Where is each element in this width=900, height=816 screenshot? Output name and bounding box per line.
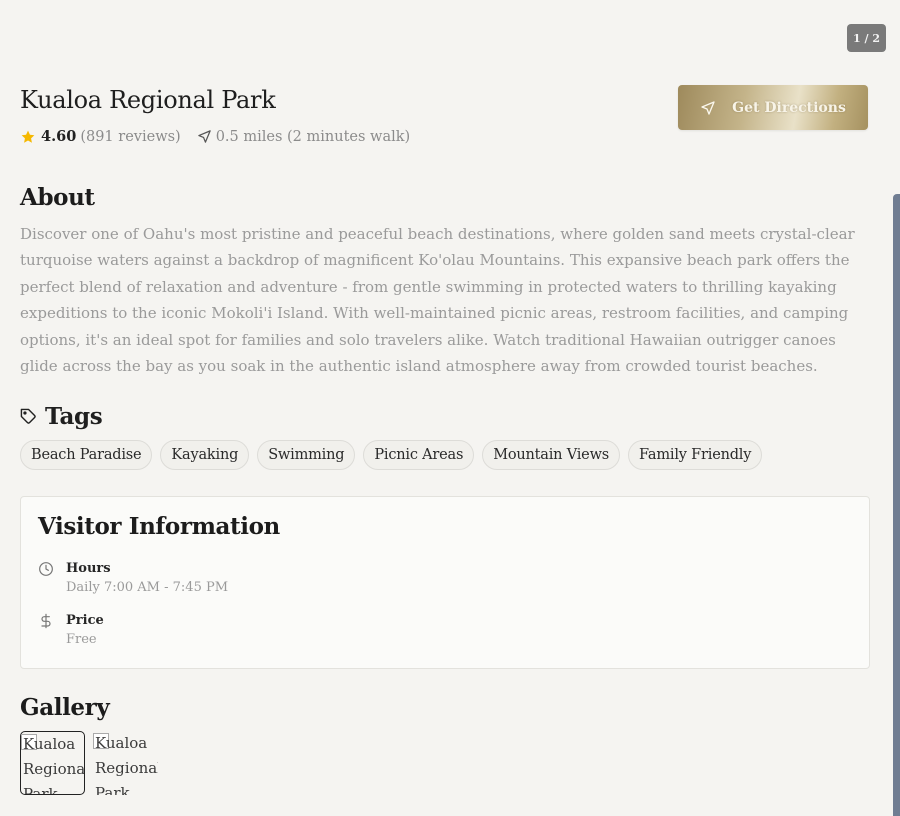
tag-chip[interactable]: Kayaking [160, 440, 250, 470]
image-alt-text: Kualoa Regional Park [95, 734, 158, 795]
tag-icon [20, 408, 36, 424]
gallery-heading: Gallery [20, 694, 110, 721]
hours-value: Daily 7:00 AM - 7:45 PM [66, 580, 229, 595]
navigation-arrow-icon [197, 130, 211, 143]
scrollbar[interactable] [893, 194, 900, 816]
distance: 0.5 miles (2 minutes walk) [215, 128, 411, 145]
review-count: (891 reviews) [80, 128, 181, 145]
gallery-thumbnails: Kualoa Regional Park Kualoa Regional Par… [20, 731, 166, 795]
dollar-icon [41, 613, 51, 629]
price-label: Price [66, 613, 104, 628]
gallery-thumbnail[interactable]: Kualoa Regional Park [20, 731, 85, 795]
clock-icon [39, 562, 53, 576]
star-icon [21, 130, 35, 143]
gallery-thumbnail[interactable]: Kualoa Regional Park [93, 731, 158, 795]
tag-chip[interactable]: Swimming [257, 440, 356, 470]
rating-value: 4.60 [41, 128, 77, 145]
visitor-information-heading: Visitor Information [38, 513, 280, 540]
navigation-arrow-icon [701, 100, 715, 115]
price-row: Price Free [38, 612, 104, 650]
place-title: Kualoa Regional Park [20, 86, 276, 114]
tag-chip[interactable]: Picnic Areas [363, 440, 475, 470]
hours-row: Hours Daily 7:00 AM - 7:45 PM [38, 560, 228, 598]
get-directions-label: Get Directions [732, 99, 846, 116]
place-meta: 4.60 (891 reviews) 0.5 miles (2 minutes … [20, 128, 410, 145]
tag-list: Beach Paradise Kayaking Swimming Picnic … [20, 440, 770, 470]
hours-label: Hours [66, 561, 111, 576]
get-directions-button[interactable]: Get Directions [678, 85, 868, 130]
visitor-information-card: Visitor Information Hours Daily 7:00 AM … [20, 496, 870, 669]
tag-chip[interactable]: Mountain Views [482, 440, 621, 470]
about-heading: About [20, 184, 95, 211]
tags-title: Tags [45, 403, 103, 430]
image-alt-text: Kualoa Regional Park [23, 735, 85, 795]
about-description: Discover one of Oahu's most pristine and… [20, 225, 855, 376]
tags-heading: Tags [20, 403, 103, 430]
page-counter: 1 / 2 [847, 24, 886, 52]
price-value: Free [66, 632, 97, 647]
tag-chip[interactable]: Beach Paradise [20, 440, 153, 470]
tag-chip[interactable]: Family Friendly [628, 440, 763, 470]
